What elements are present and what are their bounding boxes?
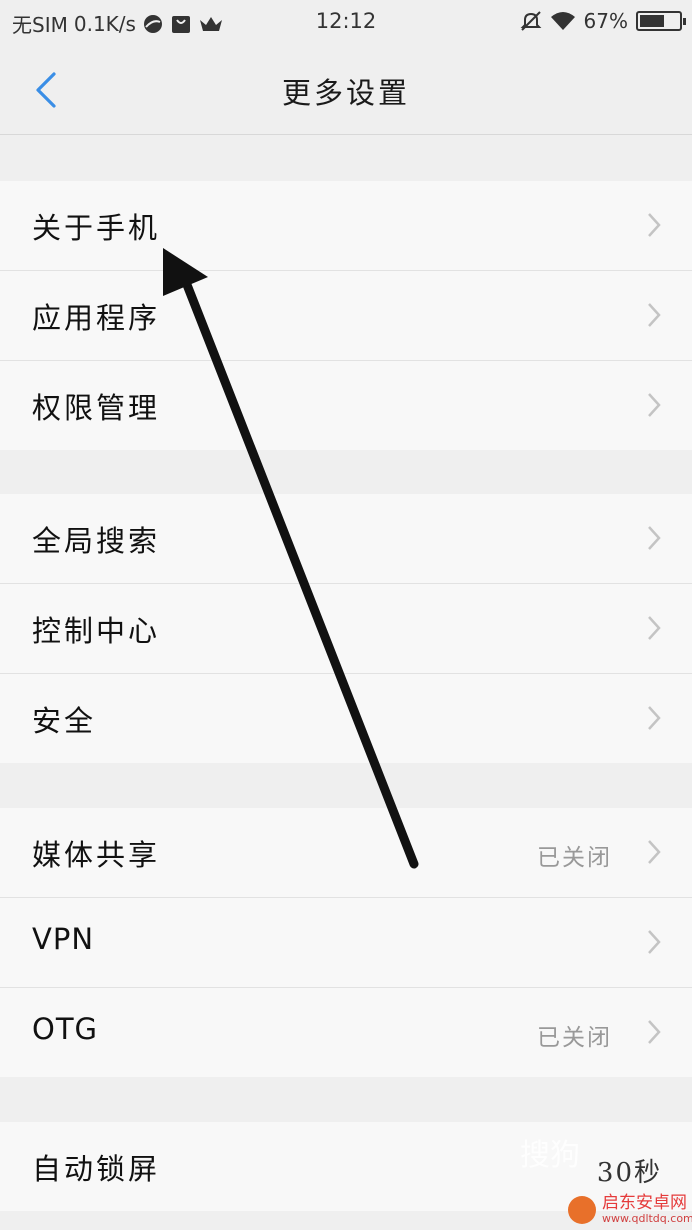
settings-item-apps[interactable]: 应用程序 [0, 271, 692, 361]
watermark-site: 启东安卓网 www.qdltdq.com [568, 1194, 692, 1225]
settings-item-permissions[interactable]: 权限管理 [0, 361, 692, 450]
settings-item-label: 关于手机 [32, 211, 161, 245]
watermark-site-name: 启东安卓网 [602, 1193, 687, 1213]
settings-item-label: 控制中心 [32, 614, 161, 648]
settings-item-media-sharing[interactable]: 媒体共享 已关闭 [0, 808, 692, 898]
settings-item-label: 权限管理 [32, 391, 161, 425]
settings-item-security[interactable]: 安全 [0, 674, 692, 763]
site-logo-icon [568, 1195, 596, 1224]
settings-item-value: 已关闭 [537, 1025, 612, 1051]
settings-item-about-phone[interactable]: 关于手机 [0, 181, 692, 271]
settings-item-global-search[interactable]: 全局搜索 [0, 494, 692, 584]
alarm-off-icon [520, 11, 541, 31]
settings-group-1: 关于手机 应用程序 权限管理 [0, 181, 692, 450]
chevron-right-icon [648, 706, 661, 730]
watermark-sogou: 搜狗 [520, 1138, 580, 1173]
settings-item-label: VPN [32, 922, 95, 956]
settings-item-label: 全局搜索 [32, 524, 161, 558]
chevron-right-icon [648, 1020, 661, 1044]
chevron-right-icon [648, 930, 661, 954]
page-title: 更多设置 [281, 76, 410, 110]
settings-item-label: 媒体共享 [32, 838, 161, 872]
settings-item-otg[interactable]: OTG 已关闭 [0, 988, 692, 1077]
chevron-right-icon [648, 840, 661, 864]
settings-item-control-center[interactable]: 控制中心 [0, 584, 692, 674]
settings-item-value: 30秒 [596, 1158, 662, 1188]
settings-item-label: OTG [32, 1012, 99, 1046]
battery-percent: 67% [583, 9, 628, 33]
settings-item-value: 已关闭 [537, 845, 612, 871]
settings-item-vpn[interactable]: VPN [0, 898, 692, 988]
title-bar: 更多设置 [0, 44, 692, 135]
battery-icon [636, 11, 686, 31]
status-bar: 无SIM 0.1K/s 12:12 67% [0, 0, 692, 44]
chevron-right-icon [648, 393, 661, 417]
chevron-right-icon [648, 303, 661, 327]
watermark-site-url: www.qdltdq.com [602, 1212, 692, 1225]
settings-group-3: 媒体共享 已关闭 VPN OTG 已关闭 [0, 808, 692, 1077]
settings-item-label: 应用程序 [32, 301, 161, 335]
settings-item-label: 自动锁屏 [32, 1152, 161, 1186]
wifi-icon [550, 12, 575, 30]
settings-group-2: 全局搜索 控制中心 安全 [0, 494, 692, 763]
chevron-right-icon [648, 616, 661, 640]
chevron-right-icon [648, 526, 661, 550]
chevron-right-icon [648, 213, 661, 237]
settings-item-label: 安全 [32, 704, 97, 738]
